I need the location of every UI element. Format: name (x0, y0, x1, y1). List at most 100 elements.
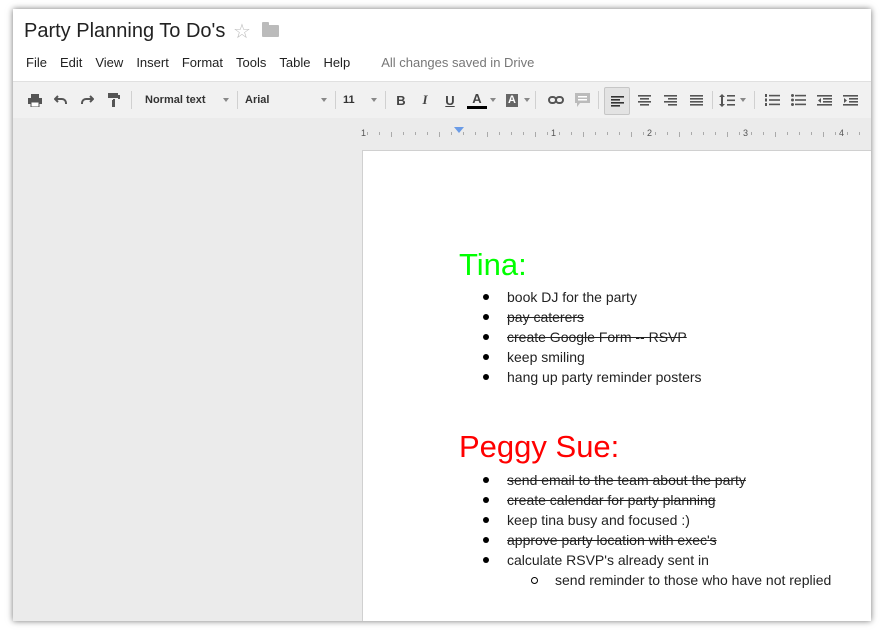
bullet-icon (483, 517, 489, 523)
list-item-text: approve party location with exec's (507, 532, 717, 548)
highlight-caret[interactable] (523, 82, 531, 118)
toolbar-separator (598, 91, 599, 109)
list-item-text: keep tina busy and focused :) (507, 512, 690, 528)
list-item[interactable]: pay caterers (483, 307, 702, 327)
list-item-text: book DJ for the party (507, 289, 637, 305)
list-item-text: keep smiling (507, 349, 585, 365)
line-spacing-icon[interactable] (717, 82, 737, 118)
ruler-label: 1 (551, 128, 557, 138)
numbered-list-icon[interactable] (761, 82, 783, 118)
font-family-dropdown[interactable]: Arial (241, 82, 331, 118)
toolbar-separator (131, 91, 132, 109)
menu-table[interactable]: Table (273, 55, 317, 70)
comment-icon[interactable] (571, 82, 593, 118)
sub-list-item[interactable]: send reminder to those who have not repl… (531, 570, 831, 590)
list-item[interactable]: create calendar for party planning (483, 490, 746, 510)
bullet-icon (483, 497, 489, 503)
toolbar-separator (712, 91, 713, 109)
toolbar: Normal text Arial 11 B I U A A (13, 81, 871, 119)
list-item[interactable]: book DJ for the party (483, 287, 702, 307)
todo-sublist-peggy: send reminder to those who have not repl… (531, 570, 831, 590)
text-color-button[interactable]: A (465, 82, 489, 118)
list-item[interactable]: keep tina busy and focused :) (483, 510, 746, 530)
increase-indent-icon[interactable] (839, 82, 861, 118)
section-heading-tina: Tina: (459, 247, 527, 282)
toolbar-separator (535, 91, 536, 109)
toolbar-separator (385, 91, 386, 109)
chevron-down-icon (371, 98, 377, 102)
docs-window: Party Planning To Do's ☆ File Edit View … (13, 9, 871, 621)
list-item-text: send email to the team about the party (507, 472, 746, 488)
list-item-text: create calendar for party planning (507, 492, 716, 508)
align-right-button[interactable] (658, 82, 682, 118)
text-color-caret[interactable] (489, 82, 497, 118)
bullet-icon (483, 354, 489, 360)
list-item[interactable]: create Google Form -- RSVP (483, 327, 702, 347)
ruler-label: 4 (839, 128, 845, 138)
list-item-text: create Google Form -- RSVP (507, 329, 687, 345)
undo-icon[interactable] (51, 82, 71, 118)
indent-marker[interactable] (454, 127, 464, 133)
redo-icon[interactable] (77, 82, 97, 118)
star-icon[interactable]: ☆ (233, 19, 251, 44)
menu-view[interactable]: View (89, 55, 130, 70)
justify-button[interactable] (684, 82, 708, 118)
link-icon[interactable] (545, 82, 567, 118)
bullet-icon (483, 334, 489, 340)
print-icon[interactable] (25, 82, 45, 118)
list-item[interactable]: keep smiling (483, 347, 702, 367)
bullet-icon (483, 557, 489, 563)
menu-help[interactable]: Help (317, 55, 357, 70)
menu-file[interactable]: File (13, 55, 54, 70)
italic-button[interactable]: I (414, 82, 436, 118)
bold-button[interactable]: B (390, 82, 412, 118)
font-family-label: Arial (245, 94, 270, 106)
ruler[interactable]: 1 1 2 3 4 (361, 118, 871, 150)
toolbar-separator (237, 91, 238, 109)
menu-bar: File Edit View Insert Format Tools Table… (13, 52, 534, 72)
list-item[interactable]: calculate RSVP's already sent in (483, 550, 746, 570)
align-left-button[interactable] (604, 87, 630, 115)
menu-edit[interactable]: Edit (54, 55, 89, 70)
section-heading-peggy: Peggy Sue: (459, 429, 620, 464)
chevron-down-icon (223, 98, 229, 102)
save-status: All changes saved in Drive (381, 54, 535, 70)
text-color-swatch (467, 105, 487, 109)
list-item[interactable]: hang up party reminder posters (483, 367, 702, 387)
document-title[interactable]: Party Planning To Do's (24, 20, 225, 43)
decrease-indent-icon[interactable] (813, 82, 835, 118)
chevron-down-icon (524, 98, 530, 102)
font-size-dropdown[interactable]: 11 (339, 82, 381, 118)
folder-icon[interactable] (262, 22, 279, 37)
menu-tools[interactable]: Tools (230, 55, 273, 70)
toolbar-separator (335, 91, 336, 109)
list-item[interactable]: approve party location with exec's (483, 530, 746, 550)
align-center-button[interactable] (632, 82, 656, 118)
document-workarea[interactable]: 1 1 2 3 4 Tina: book DJ for the party pa… (13, 118, 871, 621)
bullet-icon (483, 294, 489, 300)
hollow-bullet-icon (531, 577, 538, 584)
list-item-text: send reminder to those who have not repl… (555, 572, 832, 588)
paragraph-style-label: Normal text (145, 94, 206, 106)
chevron-down-icon (490, 98, 496, 102)
toolbar-separator (754, 91, 755, 109)
underline-button[interactable]: U (439, 82, 461, 118)
bulleted-list-icon[interactable] (787, 82, 809, 118)
paragraph-style-dropdown[interactable]: Normal text (141, 82, 233, 118)
line-spacing-caret[interactable] (739, 82, 747, 118)
highlight-color-button[interactable]: A (502, 82, 522, 118)
paint-format-icon[interactable] (104, 82, 124, 118)
document-page[interactable]: Tina: book DJ for the party pay caterers… (362, 150, 871, 621)
ruler-ticks (367, 132, 860, 137)
menu-format[interactable]: Format (176, 55, 230, 70)
bullet-icon (483, 374, 489, 380)
text-color-label: A (472, 90, 482, 106)
todo-list-tina: book DJ for the party pay caterers creat… (483, 287, 702, 387)
menu-insert[interactable]: Insert (130, 55, 176, 70)
list-item-text: calculate RSVP's already sent in (507, 552, 709, 568)
todo-list-peggy: send email to the team about the party c… (483, 470, 746, 570)
list-item[interactable]: send email to the team about the party (483, 470, 746, 490)
ruler-label: 2 (647, 128, 653, 138)
list-item-text: pay caterers (507, 309, 585, 325)
chevron-down-icon (321, 98, 327, 102)
